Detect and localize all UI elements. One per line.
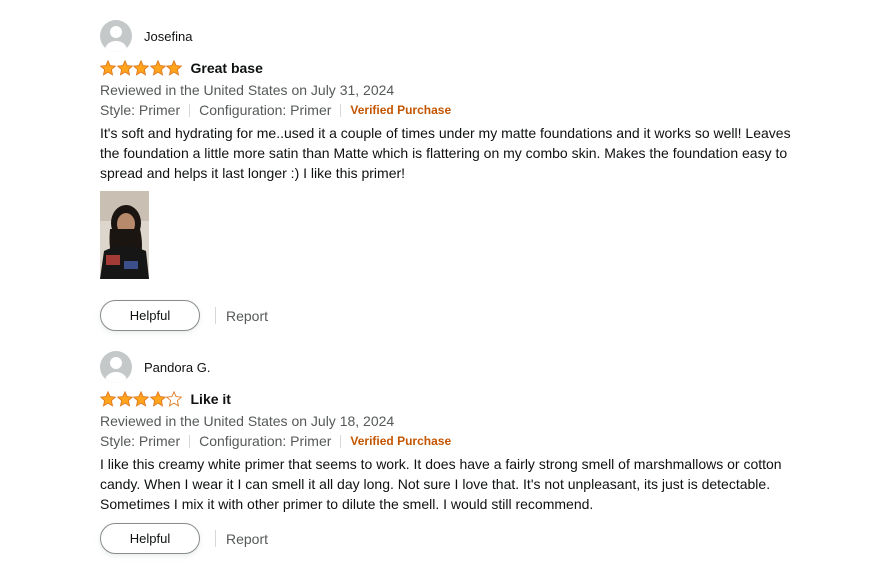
review-date: Reviewed in the United States on July 18… xyxy=(100,413,395,429)
star-filled-icon xyxy=(100,60,116,76)
review-body: I like this creamy white primer that see… xyxy=(100,456,782,512)
review-title[interactable]: Great base xyxy=(191,60,263,76)
star-rating[interactable] xyxy=(100,60,183,76)
configuration-variant[interactable]: Configuration: Primer xyxy=(199,431,331,451)
divider xyxy=(340,103,342,117)
reviewer-profile[interactable]: Josefina xyxy=(100,20,800,52)
star-filled-icon xyxy=(149,391,166,407)
reviewer-profile[interactable]: Pandora G. xyxy=(100,351,800,383)
review-date: Reviewed in the United States on July 31… xyxy=(100,82,395,98)
star-filled-icon xyxy=(149,60,166,76)
helpful-button[interactable]: Helpful xyxy=(100,523,200,554)
review-title[interactable]: Like it xyxy=(191,391,231,407)
style-variant[interactable]: Style: Primer xyxy=(100,100,180,120)
divider xyxy=(189,103,191,117)
review-2: Pandora G. Like it Reviewed in the Unite… xyxy=(100,351,800,554)
helpful-button[interactable]: Helpful xyxy=(100,300,200,331)
avatar xyxy=(100,351,132,383)
avatar xyxy=(100,20,132,52)
star-filled-icon xyxy=(116,391,133,407)
star-filled-icon xyxy=(116,60,133,76)
divider xyxy=(215,530,216,547)
review-1: Josefina Great base Reviewed in the Unit… xyxy=(100,20,800,331)
reviewer-name[interactable]: Josefina xyxy=(144,29,192,44)
star-filled-icon xyxy=(166,60,182,76)
divider xyxy=(215,307,216,324)
star-rating[interactable] xyxy=(100,391,183,407)
review-body: It's soft and hydrating for me..used it … xyxy=(100,125,791,181)
configuration-variant[interactable]: Configuration: Primer xyxy=(199,100,331,120)
reviewer-name[interactable]: Pandora G. xyxy=(144,360,211,375)
star-filled-icon xyxy=(133,60,149,76)
star-filled-icon xyxy=(100,391,116,407)
verified-purchase-badge: Verified Purchase xyxy=(350,434,452,448)
report-link[interactable]: Report xyxy=(226,308,268,324)
star-empty-icon xyxy=(166,391,182,407)
divider xyxy=(189,434,191,448)
report-link[interactable]: Report xyxy=(226,531,268,547)
verified-purchase-badge: Verified Purchase xyxy=(350,103,452,117)
review-photo-thumbnail[interactable] xyxy=(100,191,149,279)
star-filled-icon xyxy=(133,391,149,407)
style-variant[interactable]: Style: Primer xyxy=(100,431,180,451)
divider xyxy=(340,434,342,448)
